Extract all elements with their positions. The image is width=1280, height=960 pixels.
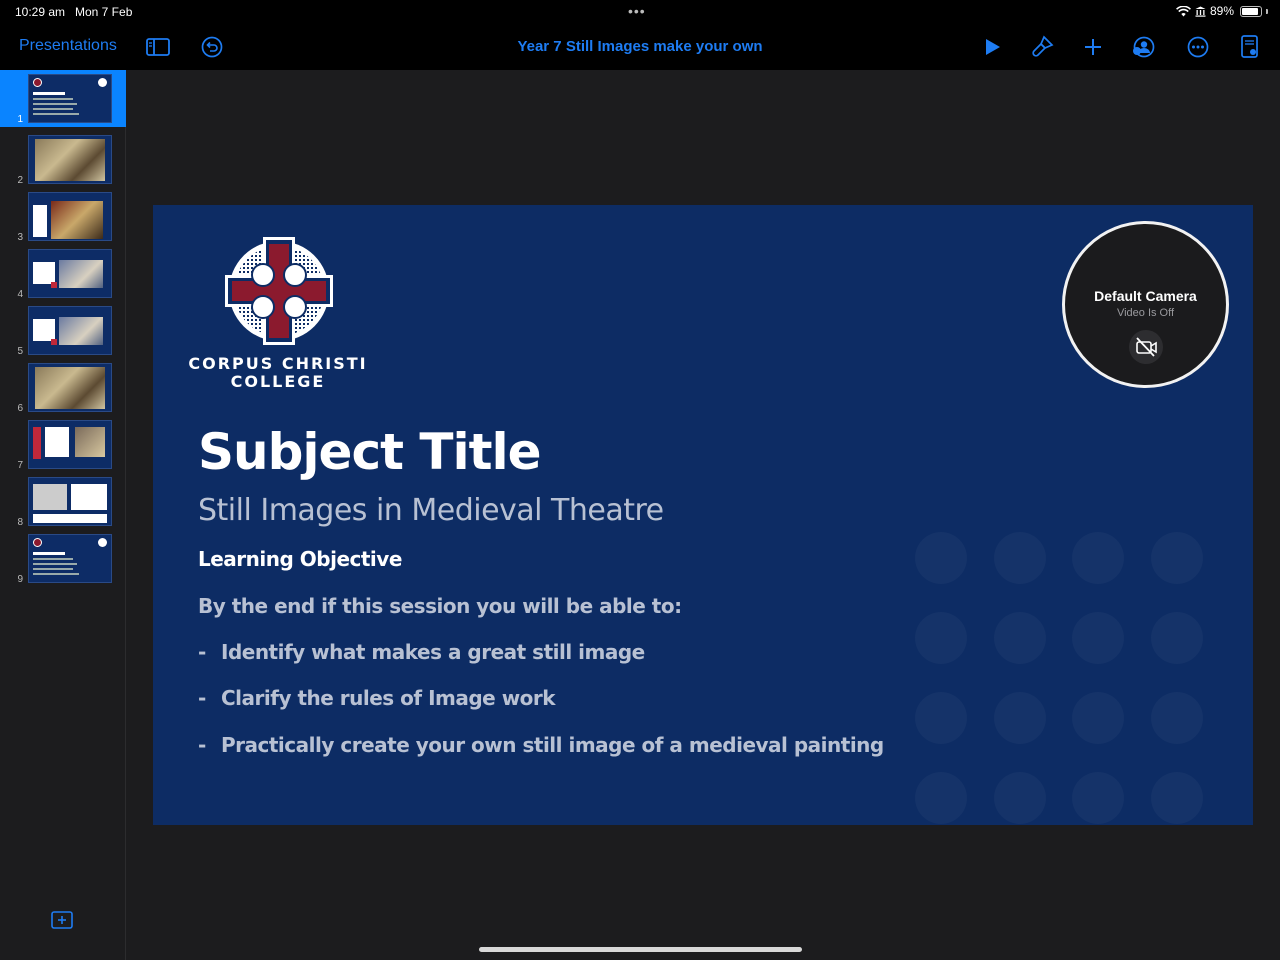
ghost-control-icon <box>1072 532 1124 584</box>
bullet-text: Practically create your own still image … <box>221 733 884 757</box>
slide-title[interactable]: Subject Title <box>198 423 542 481</box>
slide-preview <box>28 74 112 123</box>
camera-status: Video Is Off <box>1116 307 1175 319</box>
toolbar: Presentations Year 7 Still Images make y… <box>0 24 1280 70</box>
add-slide-icon[interactable] <box>51 911 73 929</box>
ghost-control-icon <box>1151 532 1203 584</box>
slide-thumbnail-9[interactable]: 9 <box>0 530 126 587</box>
ghost-control-icon <box>1072 692 1124 744</box>
slide-number: 8 <box>17 517 23 528</box>
ghost-control-icon <box>1072 612 1124 664</box>
status-bar: 10:29 am Mon 7 Feb ••• 89% <box>0 0 1280 24</box>
ghost-control-icon <box>1151 692 1203 744</box>
institution-icon <box>1195 6 1206 17</box>
home-indicator[interactable] <box>479 947 802 952</box>
slide-preview <box>28 477 112 526</box>
status-date: Mon 7 Feb <box>75 5 133 19</box>
slide-number: 2 <box>17 175 23 186</box>
battery-nub <box>1266 8 1268 14</box>
slide-thumbnail-1[interactable]: 1 <box>0 70 126 127</box>
slide-thumbnail-4[interactable]: 4 <box>0 245 126 302</box>
objective-bullet[interactable]: - Practically create your own still image… <box>198 733 884 757</box>
ghost-control-icon <box>915 692 967 744</box>
slide-preview <box>28 135 112 184</box>
ghost-control-icon <box>994 772 1046 824</box>
camera-title: Default Camera <box>1094 288 1197 304</box>
bullet-text: Clarify the rules of Image work <box>221 686 556 710</box>
document-title[interactable]: Year 7 Still Images make your own <box>340 38 940 55</box>
slide-number: 6 <box>17 403 23 414</box>
ghost-control-icon <box>994 612 1046 664</box>
slide-number: 3 <box>17 232 23 243</box>
ghost-control-icon <box>915 772 967 824</box>
sidebar-toggle-icon[interactable] <box>145 34 171 60</box>
ghost-control-icon <box>915 612 967 664</box>
status-time: 10:29 am <box>15 5 66 19</box>
slide-navigator: 1 2 3 4 5 6 7 8 9 <box>0 70 126 960</box>
slide-preview <box>28 363 112 412</box>
objective-bullet[interactable]: - Clarify the rules of Image work <box>198 686 556 710</box>
status-indicators: 89% <box>1176 4 1268 18</box>
wifi-icon <box>1176 5 1191 16</box>
objective-bullet[interactable]: - Identify what makes a great still image <box>198 640 645 664</box>
video-off-icon[interactable] <box>1129 330 1163 364</box>
camera-preview-overlay[interactable]: Default Camera Video Is Off <box>1062 221 1229 388</box>
battery-percent: 89% <box>1209 4 1234 18</box>
add-icon[interactable] <box>1080 34 1106 60</box>
more-icon[interactable] <box>1185 34 1211 60</box>
undo-icon[interactable] <box>199 34 225 60</box>
play-icon[interactable] <box>979 34 1005 60</box>
slide-thumbnail-3[interactable]: 3 <box>0 188 126 245</box>
college-name-line1: CORPUS CHRISTI <box>188 354 368 373</box>
ghost-control-icon <box>994 692 1046 744</box>
slide-thumbnail-8[interactable]: 8 <box>0 473 126 530</box>
slide-preview <box>28 420 112 469</box>
slide-number: 1 <box>17 114 23 125</box>
slide-number: 9 <box>17 574 23 585</box>
collaborate-icon[interactable] <box>1131 34 1157 60</box>
ghost-control-icon <box>1072 772 1124 824</box>
slide-preview <box>28 306 112 355</box>
slide-subtitle[interactable]: Still Images in Medieval Theatre <box>198 493 664 528</box>
slide-preview <box>28 192 112 241</box>
ghost-control-icon <box>994 532 1046 584</box>
slide-preview <box>28 249 112 298</box>
slide-thumbnail-6[interactable]: 6 <box>0 359 126 416</box>
college-crest-logo <box>225 237 333 345</box>
multitasking-dots-icon[interactable]: ••• <box>628 3 646 19</box>
document-icon[interactable] <box>1237 34 1263 60</box>
ghost-control-icon <box>1151 772 1203 824</box>
ghost-control-icon <box>915 532 967 584</box>
slide-thumbnail-5[interactable]: 5 <box>0 302 126 359</box>
slide-number: 5 <box>17 346 23 357</box>
bullet-text: Identify what makes a great still image <box>221 640 645 664</box>
objective-intro[interactable]: By the end if this session you will be a… <box>198 594 682 618</box>
learning-objective-heading[interactable]: Learning Objective <box>198 547 402 571</box>
slide-thumbnail-7[interactable]: 7 <box>0 416 126 473</box>
slide-preview <box>28 534 112 583</box>
college-name-line2: COLLEGE <box>230 372 326 391</box>
ghost-control-icon <box>1151 612 1203 664</box>
battery-icon <box>1240 5 1262 17</box>
presentations-back-button[interactable]: Presentations <box>19 37 117 55</box>
slide-number: 4 <box>17 289 23 300</box>
slide-number: 7 <box>17 460 23 471</box>
slide-thumbnail-2[interactable]: 2 <box>0 131 126 188</box>
format-brush-icon[interactable] <box>1029 34 1055 60</box>
